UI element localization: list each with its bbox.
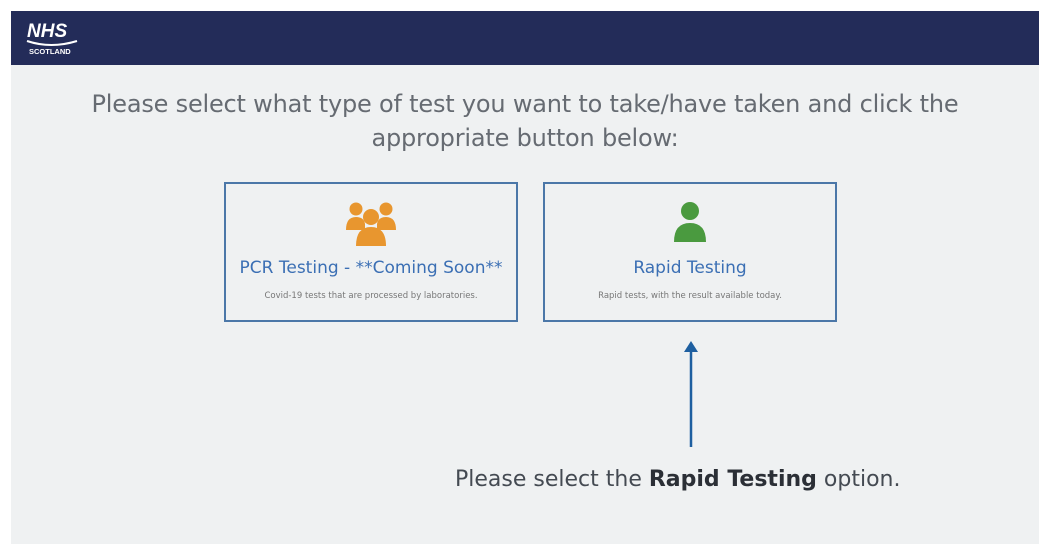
pcr-testing-option[interactable]: PCR Testing - **Coming Soon** Covid-19 t…	[224, 182, 518, 322]
rapid-testing-hint: Please select the Rapid Testing option.	[455, 467, 900, 492]
group-people-icon	[346, 202, 396, 246]
hint-emphasis: Rapid Testing	[648, 467, 817, 492]
page-frame: NHS SCOTLAND Please select what type of …	[11, 11, 1039, 544]
heading-line-2: appropriate button below:	[371, 124, 679, 152]
hint-suffix: option.	[816, 467, 901, 492]
hint-prefix: Please select the	[455, 467, 649, 492]
arrow-up-icon	[684, 341, 698, 447]
person-icon	[674, 202, 706, 242]
logo-scotland-text: SCOTLAND	[29, 47, 71, 56]
logo-nhs-text: NHS	[27, 21, 67, 42]
pcr-option-description: Covid-19 tests that are processed by lab…	[264, 291, 478, 301]
rapid-option-title: Rapid Testing	[633, 258, 747, 278]
nhs-scotland-logo[interactable]: NHS SCOTLAND	[23, 16, 83, 60]
instruction-heading: Please select what type of test you want…	[11, 87, 1039, 155]
pcr-option-title: PCR Testing - **Coming Soon**	[239, 258, 503, 278]
rapid-testing-option[interactable]: Rapid Testing Rapid tests, with the resu…	[543, 182, 837, 322]
heading-line-1: Please select what type of test you want…	[91, 90, 959, 118]
rapid-option-description: Rapid tests, with the result available t…	[598, 291, 782, 301]
site-header: NHS SCOTLAND	[11, 11, 1039, 65]
